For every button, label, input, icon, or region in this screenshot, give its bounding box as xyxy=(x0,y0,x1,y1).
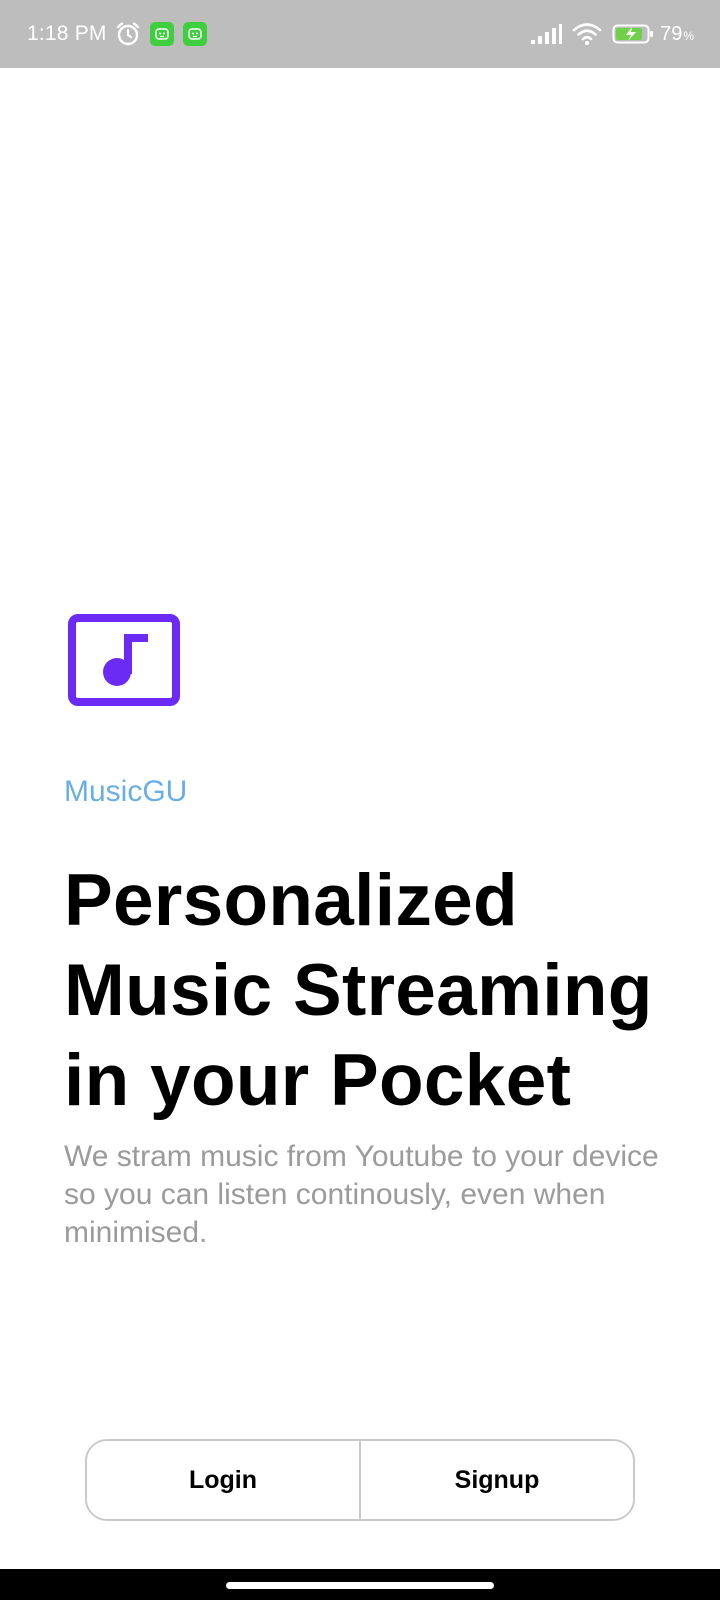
battery-percent: 79 % xyxy=(660,23,694,46)
status-time: 1:18 PM xyxy=(27,22,107,45)
battery-charging-icon xyxy=(612,23,654,45)
battery-percent-value: 79 xyxy=(660,22,683,45)
signal-icon xyxy=(530,23,563,45)
app-notification-icon xyxy=(149,22,174,46)
home-indicator[interactable] xyxy=(226,1582,494,1589)
wifi-icon xyxy=(572,22,602,46)
alarm-icon xyxy=(115,21,141,47)
welcome-screen: 1:18 PM 79 % MusicGU Personalized Music … xyxy=(0,0,720,1600)
login-button[interactable]: Login xyxy=(87,1441,359,1519)
status-left: 1:18 PM xyxy=(27,21,216,47)
app-notification-icon xyxy=(182,22,207,46)
battery-percent-unit: % xyxy=(683,28,694,43)
signup-button[interactable]: Signup xyxy=(361,1441,633,1519)
auth-button-group: Login Signup xyxy=(85,1439,635,1521)
page-title: Personalized Music Streaming in your Poc… xyxy=(64,860,653,1121)
status-bar: 1:18 PM 79 % xyxy=(0,0,720,68)
status-right: 79 % xyxy=(530,22,694,46)
brand-name: MusicGU xyxy=(64,775,188,808)
page-description: We stram music from Youtube to your devi… xyxy=(64,1140,659,1249)
music-note-icon xyxy=(68,614,180,706)
